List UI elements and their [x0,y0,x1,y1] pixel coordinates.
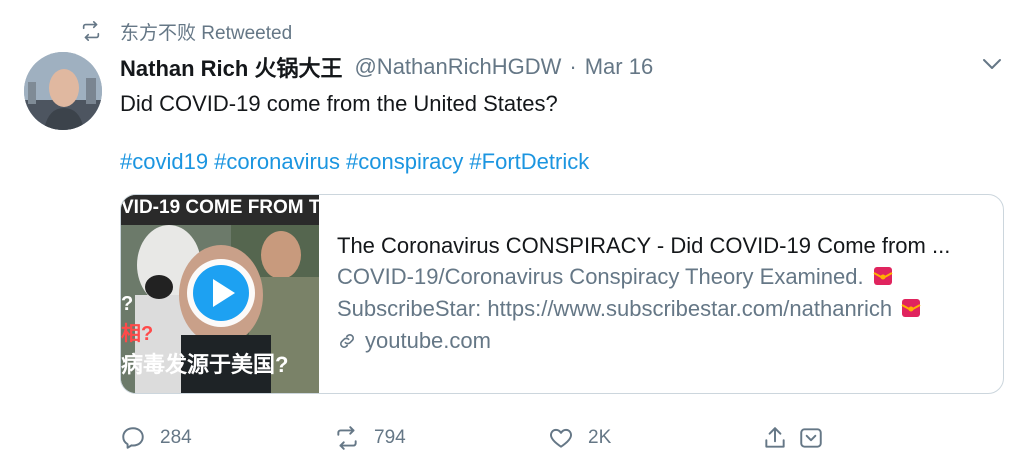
tweet-text: Did COVID-19 come from the United States… [120,91,558,116]
hashtag-list: #covid19 #coronavirus #conspiracy #FortDetr… [120,148,595,176]
bookmark-icon[interactable] [798,425,824,451]
card-title: The Coronavirus CONSPIRACY - Did COVID-1… [337,233,951,258]
retweet-action[interactable]: 794 [334,424,406,452]
share-icon[interactable] [762,425,788,451]
reply-icon [122,427,144,449]
link-icon [340,334,354,348]
video-thumbnail[interactable]: VID-19 COME FROM T ? 相? 病毒发源于美国? [121,195,319,393]
thumbnail-caption-3: 病毒发源于美国? [121,352,289,377]
share-action[interactable] [762,424,802,452]
card-body: The Coronavirus CONSPIRACY - Did COVID-1… [337,231,987,357]
hashtag-link[interactable]: #covid19 [120,149,208,174]
hashtag-link[interactable]: #coronavirus [214,149,340,174]
tweet-header: Nathan Rich 火锅大王 @NathanRichHGDW · Mar 1… [120,52,653,82]
heart-icon [550,428,572,448]
retweeted-label: Retweeted [201,22,293,44]
card-description-line: SubscribeStar: https://www.subscribestar… [337,296,893,321]
hashtag-link[interactable]: #conspiracy [346,149,463,174]
red-envelope-icon [873,267,893,285]
link-card[interactable]: VID-19 COME FROM T ? 相? 病毒发源于美国? The Cor… [120,194,1004,394]
chevron-down-icon[interactable] [978,52,1006,76]
reply-action[interactable]: 284 [120,424,192,452]
tweet-date[interactable]: Mar 16 [585,54,653,80]
card-domain: youtube.com [337,325,987,357]
retweet-icon [337,426,357,450]
retweet-context: 东方不败 Retweeted [80,18,292,44]
card-description-line: COVID-19/Coronavirus Conspiracy Theory E… [337,264,864,289]
thumbnail-banner-text: VID-19 COME FROM T [121,197,319,218]
retweet-count: 794 [374,427,406,448]
separator-dot: · [569,54,577,79]
thumbnail-caption-2: 相? [121,323,154,345]
thumbnail-caption-1: ? [121,293,134,315]
card-domain-text: youtube.com [365,328,491,353]
author-handle[interactable]: @NathanRichHGDW [354,54,561,80]
hashtag-link[interactable]: #FortDetrick [469,149,589,174]
reply-count: 284 [160,427,192,448]
like-action[interactable]: 2K [548,424,611,452]
retweet-icon [82,21,100,41]
like-count: 2K [588,427,612,448]
card-description: COVID-19/Coronavirus Conspiracy Theory E… [337,261,987,325]
red-envelope-icon [901,299,921,317]
avatar[interactable] [24,52,102,130]
bookmark-action[interactable] [798,424,838,452]
retweeter-name[interactable]: 东方不败 [120,23,196,44]
author-name[interactable]: Nathan Rich 火锅大王 [120,51,342,83]
